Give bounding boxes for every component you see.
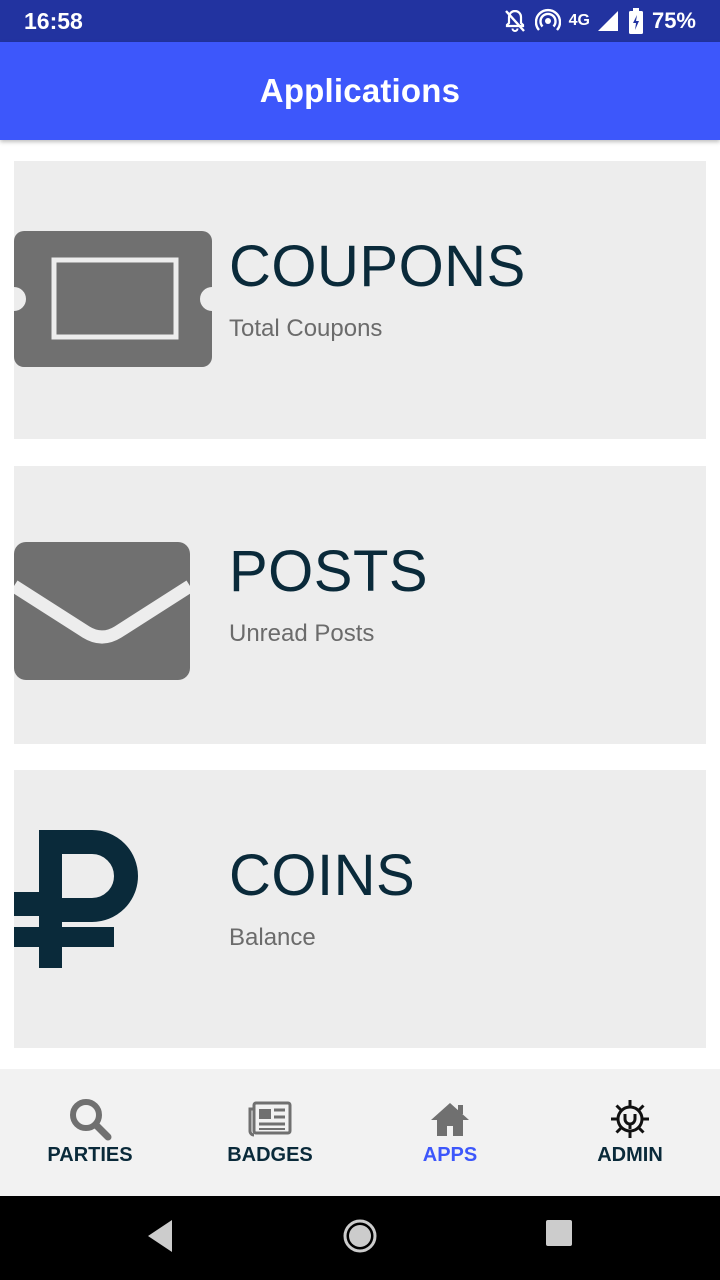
hotspot-icon: [534, 8, 561, 34]
nav-item-apps[interactable]: APPS: [360, 1069, 540, 1196]
card-title: COINS: [229, 843, 416, 908]
nav-item-badges[interactable]: BADGES: [180, 1069, 360, 1196]
card-title: POSTS: [229, 539, 429, 604]
home-circle-icon[interactable]: [342, 1218, 378, 1259]
system-navigation-bar: [0, 1196, 720, 1280]
page-title: Applications: [259, 72, 461, 109]
nav-label: BADGES: [227, 1144, 313, 1166]
status-bar: 16:58 4G 75%: [0, 0, 720, 42]
status-time: 16:58: [24, 8, 83, 34]
nav-label: PARTIES: [47, 1144, 133, 1166]
card-title: COUPONS: [229, 234, 526, 299]
battery-percent: 75%: [651, 8, 696, 33]
battery-charging-icon: [628, 8, 644, 34]
newspaper-icon: [248, 1097, 292, 1141]
coins-card[interactable]: COINS Balance: [14, 770, 706, 1048]
back-icon[interactable]: [146, 1218, 174, 1259]
card-subtitle: Unread Posts: [229, 620, 375, 647]
nav-item-parties[interactable]: PARTIES: [0, 1069, 180, 1196]
gear-icon: [608, 1097, 652, 1141]
app-bar: Applications: [0, 42, 720, 140]
bottom-navigation: PARTIES BADGES APPS ADMIN: [0, 1069, 720, 1196]
ticket-icon: [14, 231, 212, 372]
envelope-icon: [10, 542, 194, 685]
home-icon: [429, 1097, 471, 1141]
coupons-card[interactable]: COUPONS Total Coupons: [14, 161, 706, 439]
search-icon: [68, 1097, 112, 1141]
notifications-off-icon: [503, 8, 527, 34]
signal-icon: [596, 9, 620, 33]
card-subtitle: Balance: [229, 924, 316, 951]
nav-label: APPS: [422, 1144, 478, 1166]
nav-item-admin[interactable]: ADMIN: [540, 1069, 720, 1196]
card-subtitle: Total Coupons: [229, 315, 383, 342]
posts-card[interactable]: POSTS Unread Posts: [10, 466, 706, 744]
nav-label: ADMIN: [597, 1144, 663, 1166]
status-icons: 4G 75%: [503, 7, 696, 35]
recents-icon[interactable]: [545, 1218, 573, 1253]
ruble-icon: [14, 830, 142, 975]
network-type: 4G: [568, 12, 590, 29]
